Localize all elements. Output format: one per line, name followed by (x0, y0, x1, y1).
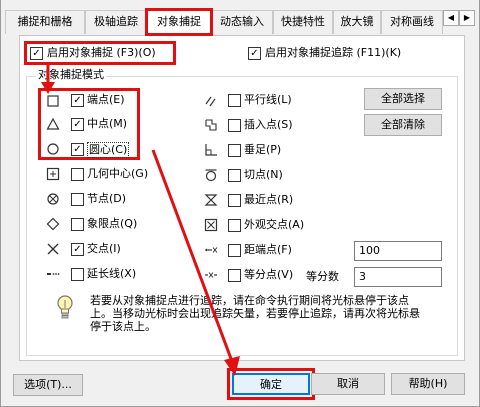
distance-from-end-checkbox[interactable] (228, 244, 241, 257)
clear-all-button[interactable]: 全部清除 (364, 114, 442, 136)
snap-modes-group-title: 对象捕捉模式 (36, 68, 106, 82)
midpoint-label: 中点(M) (87, 117, 128, 130)
tab-magnifier[interactable]: 放大镜 (333, 10, 381, 34)
center-icon (47, 143, 59, 155)
midpoint-checkbox[interactable]: ✓ (71, 118, 84, 131)
apparent-intersection-label: 外观交点(A) (244, 218, 305, 231)
nearest-checkbox[interactable] (228, 194, 241, 207)
options-button[interactable]: 选项(T)... (13, 374, 83, 396)
enable-track-label: 启用对象捕捉追踪 (F11)(K) (265, 46, 402, 59)
distance-from-end-label: 距端点(F) (244, 243, 292, 256)
lightbulb-icon (57, 295, 73, 319)
enable-snap-label: 启用对象捕捉 (F3)(O) (47, 46, 156, 59)
nearest-label: 最近点(R) (244, 193, 294, 206)
quadrant-checkbox[interactable] (71, 218, 84, 231)
apparent-intersection-icon (204, 218, 218, 232)
quadrant-label: 象限点(Q) (87, 217, 138, 230)
extension-icon (47, 273, 60, 275)
tangent-checkbox[interactable] (228, 169, 241, 182)
enable-snap-checkbox[interactable]: ✓ (30, 47, 43, 60)
apparent-intersection-checkbox[interactable] (228, 219, 241, 232)
nearest-icon (204, 194, 218, 206)
center-label: 圆心(C) (87, 142, 130, 158)
tab-scroll-left-button[interactable]: ◀ (443, 10, 459, 26)
help-button[interactable]: 帮助(H) (391, 373, 465, 395)
tab-quick-properties[interactable]: 快捷特性 (273, 10, 333, 34)
perpendicular-label: 垂足(P) (244, 143, 282, 156)
endpoint-checkbox[interactable]: ✓ (71, 94, 84, 107)
intersection-icon (47, 243, 59, 255)
divide-count-input[interactable]: 3 (354, 267, 442, 287)
node-checkbox[interactable] (71, 193, 84, 206)
intersection-checkbox[interactable]: ✓ (71, 243, 84, 256)
parallel-icon (205, 96, 216, 107)
center-checkbox[interactable]: ✓ (71, 143, 84, 156)
tab-symmetric-line[interactable]: 对称画线 (381, 10, 443, 34)
divide-point-icon (205, 272, 217, 278)
tracking-hint-text: 若要从对象捕捉点进行追踪，请在命令执行期间将光标悬停于该点上。当移动光标时会出现… (90, 294, 420, 333)
tangent-icon (205, 169, 217, 182)
node-label: 节点(D) (87, 192, 127, 205)
cancel-button[interactable]: 取消 (311, 373, 385, 395)
perpendicular-checkbox[interactable] (228, 144, 241, 157)
enable-track-checkbox[interactable]: ✓ (248, 47, 261, 60)
select-all-button[interactable]: 全部选择 (364, 88, 442, 110)
tab-snap-grid[interactable]: 捕捉和栅格 (5, 10, 85, 34)
parallel-label: 平行线(L) (244, 93, 292, 106)
distance-from-end-icon (205, 247, 218, 253)
object-snap-panel: ✓ 启用对象捕捉 (F3)(O) ✓ 启用对象捕捉追踪 (F11)(K) 对象捕… (19, 35, 465, 361)
quadrant-icon (46, 217, 60, 231)
drafting-settings-dialog: 捕捉和栅格 极轴追踪 对象捕捉 动态输入 快捷特性 放大镜 对称画线 ◀ ▶ ✓… (0, 0, 480, 407)
insertion-icon (205, 119, 217, 131)
extension-checkbox[interactable] (71, 268, 84, 281)
geometric-center-icon (46, 167, 60, 181)
tab-scroll-right-button[interactable]: ▶ (459, 10, 475, 26)
extension-label: 延长线(X) (87, 267, 137, 280)
distance-input[interactable]: 100 (354, 241, 442, 261)
divide-point-checkbox[interactable] (228, 269, 241, 282)
tangent-label: 切点(N) (244, 168, 283, 181)
node-icon (47, 193, 59, 205)
endpoint-icon (47, 95, 59, 107)
perpendicular-icon (205, 144, 217, 156)
insertion-checkbox[interactable] (228, 119, 241, 132)
divide-count-label: 等分数 (306, 270, 339, 283)
geometric-center-label: 几何中心(G) (87, 167, 149, 180)
tab-polar-tracking[interactable]: 极轴追踪 (85, 10, 147, 34)
insertion-label: 插入点(S) (244, 118, 293, 131)
tab-bar: 捕捉和栅格 极轴追踪 对象捕捉 动态输入 快捷特性 放大镜 对称画线 ◀ ▶ (1, 0, 480, 36)
tab-dynamic-input[interactable]: 动态输入 (211, 10, 273, 34)
tab-object-snap[interactable]: 对象捕捉 (145, 8, 213, 36)
parallel-checkbox[interactable] (228, 94, 241, 107)
ok-button[interactable]: 确定 (232, 373, 310, 395)
intersection-label: 交点(I) (87, 242, 121, 255)
midpoint-icon (46, 117, 60, 130)
divide-point-label: 等分点(V) (244, 268, 294, 281)
endpoint-label: 端点(E) (87, 93, 125, 106)
geometric-center-checkbox[interactable] (71, 168, 84, 181)
